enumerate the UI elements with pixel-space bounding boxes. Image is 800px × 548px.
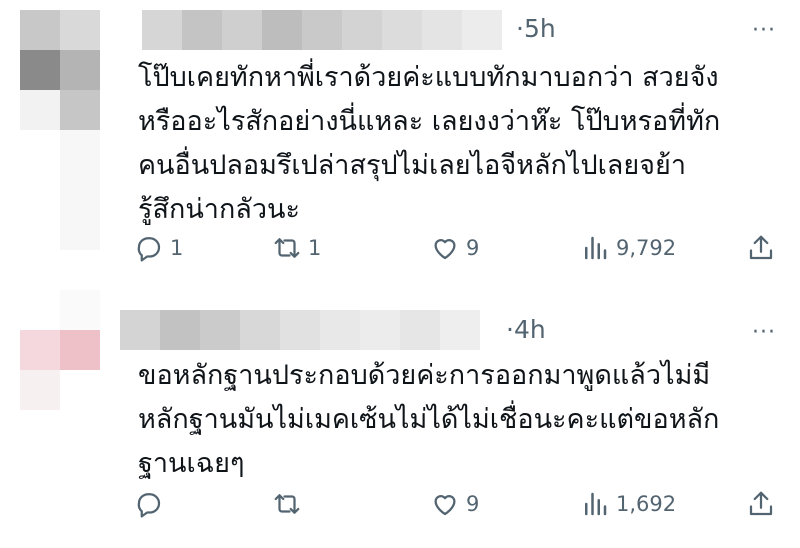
avatar-blurred[interactable]	[20, 10, 100, 280]
more-icon[interactable]: ···	[752, 18, 776, 43]
timestamp-value[interactable]: 5h	[524, 14, 556, 43]
tweet-actions: 9 1,692	[134, 487, 776, 521]
share-icon	[749, 491, 773, 516]
reply-icon	[137, 237, 161, 262]
timestamp-value[interactable]: 4h	[514, 315, 546, 344]
like-count: 9	[466, 236, 480, 260]
like-count: 9	[466, 492, 480, 516]
retweet-count: 1	[308, 236, 322, 260]
views-icon	[585, 236, 607, 260]
reply-count: 1	[170, 236, 184, 260]
retweet-icon	[274, 494, 300, 514]
tweet: ·5h ··· โป๊บเคยทักหาพี่เราด้วยค่ะแบบทักม…	[0, 0, 800, 280]
retweet-button[interactable]: 1	[272, 231, 321, 265]
avatar-blurred[interactable]	[20, 290, 100, 410]
retweet-button[interactable]	[272, 487, 308, 521]
tweet-text: โป๊บเคยทักหาพี่เราด้วยค่ะแบบทักมาบอกว่า …	[138, 62, 721, 225]
tweet-actions: 1 1 9 9,792	[134, 231, 776, 265]
timestamp[interactable]: ·4h	[506, 315, 546, 344]
more-icon[interactable]: ···	[752, 320, 776, 345]
like-button[interactable]: 9	[430, 231, 479, 265]
username-blurred[interactable]	[120, 310, 480, 350]
like-button[interactable]: 9	[430, 487, 479, 521]
views-button[interactable]: 9,792	[580, 231, 676, 265]
retweet-icon	[274, 238, 300, 258]
timestamp[interactable]: ·5h	[516, 14, 556, 43]
views-count: 1,692	[616, 492, 677, 516]
share-button[interactable]	[746, 231, 776, 265]
reply-button[interactable]	[134, 487, 170, 521]
reply-button[interactable]: 1	[134, 231, 183, 265]
username-blurred[interactable]	[142, 10, 502, 50]
reply-icon	[137, 493, 161, 518]
views-count: 9,792	[616, 236, 677, 260]
views-button[interactable]: 1,692	[580, 487, 676, 521]
tweet-text: ขอหลักฐานประกอบด้วยค่ะการออกมาพูดแล้วไม่…	[138, 360, 720, 479]
heart-icon	[434, 495, 456, 516]
share-button[interactable]	[746, 487, 776, 521]
heart-icon	[434, 239, 456, 260]
views-icon	[585, 492, 607, 516]
tweet: ·4h ··· ขอหลักฐานประกอบด้วยค่ะการออกมาพู…	[0, 290, 800, 548]
share-icon	[749, 235, 773, 260]
